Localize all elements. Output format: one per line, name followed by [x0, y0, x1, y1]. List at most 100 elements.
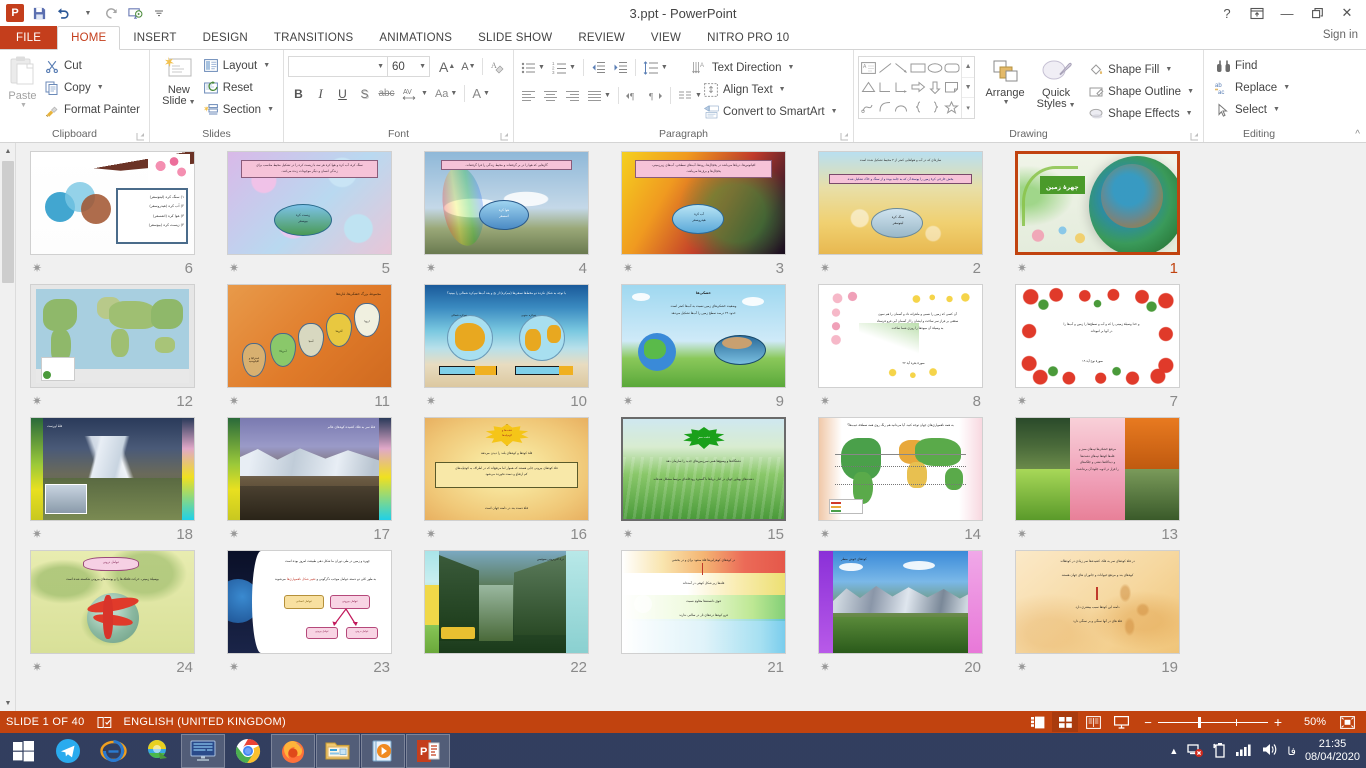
shape-rounded-rectangle-icon[interactable] — [943, 58, 960, 78]
shape-scribble-icon[interactable] — [860, 97, 877, 117]
shape-arrow-icon[interactable] — [893, 58, 910, 78]
copy-dropdown-icon[interactable]: ▼ — [97, 84, 104, 91]
shape-triangle-icon[interactable] — [860, 78, 877, 98]
slide-image-11[interactable]: مجموعهٔ بزرگ خشکی‌ها، قاره‌ها استرالیا و… — [227, 284, 392, 388]
tab-file[interactable]: FILE — [0, 26, 57, 49]
italic-button[interactable]: I — [310, 83, 331, 104]
paragraph-dialog-launcher[interactable] — [840, 132, 849, 141]
font-size-input[interactable]: 60 ▼ — [388, 56, 430, 77]
slide-image-21[interactable]: در کوه‌های کوهزایی‌ها قلهٔ صعود برای و د… — [621, 550, 786, 654]
replace-dropdown-icon[interactable]: ▼ — [1283, 84, 1290, 91]
slide-image-19[interactable]: در قلهٔ کوه‌های سر به فلک کشیده‌ها سر زی… — [1015, 550, 1180, 654]
arrange-dropdown-icon[interactable]: ▼ — [1003, 99, 1010, 106]
redo-icon[interactable] — [100, 2, 122, 24]
slide-image-14[interactable]: به همه ناهمواری‌های جهان توجه کنید. آیا … — [818, 417, 983, 521]
text-direction-dropdown-icon[interactable]: ▼ — [787, 64, 794, 71]
bullets-button[interactable]: ▼ — [518, 57, 548, 78]
slide-image-22[interactable]: درهٔ لاتربرونن سوئیس — [424, 550, 589, 654]
tab-insert[interactable]: INSERT — [120, 26, 189, 49]
layout-button[interactable]: Layout ▼ — [200, 55, 279, 76]
taskbar-apps[interactable]: P — [46, 734, 450, 768]
copy-button[interactable]: Copy ▼ — [41, 77, 145, 98]
shape-right-brace-icon[interactable] — [927, 97, 944, 117]
font-color-dropdown-icon[interactable]: ▼ — [483, 90, 490, 97]
slide-image-17[interactable]: قلهٔ سر به فلک کشیده کوه‌های عالم — [227, 417, 392, 521]
shape-effects-dropdown-icon[interactable]: ▼ — [1186, 110, 1193, 117]
slide-thumbnail-14[interactable]: به همه ناهمواری‌های جهان توجه کنید. آیا … — [818, 417, 983, 547]
tab-transitions[interactable]: TRANSITIONS — [261, 26, 367, 49]
zoom-in-button[interactable]: + — [1274, 714, 1282, 730]
slide-thumbnail-20[interactable]: کوه‌های خوش منظر ✷ 20 — [818, 550, 983, 680]
slide-image-3[interactable]: اقیانوس‌ها، دریاها می‌باشد در یخچال‌ها، … — [621, 151, 786, 255]
collapse-ribbon-button[interactable]: ^ — [1355, 129, 1360, 140]
slide-thumbnail-9[interactable]: خشکی‌ها وضعیت خشکی‌های زمین نسبت به آب‌ه… — [621, 284, 786, 414]
zoom-track[interactable] — [1158, 722, 1268, 723]
slide-image-15[interactable]: دشت سبز دشتگاه‌ها و وسیع‌ها همی سرزمین‌ه… — [621, 417, 786, 521]
show-hidden-icons-button[interactable]: ▲ — [1169, 746, 1178, 756]
shape-effects-button[interactable]: Shape Effects ▼ — [1085, 103, 1199, 124]
slide-thumbnail-11[interactable]: مجموعهٔ بزرگ خشکی‌ها، قاره‌ها استرالیا و… — [227, 284, 392, 414]
font-name-input[interactable]: ▼ — [288, 56, 388, 77]
slide-image-18[interactable]: قلهٔ اورست — [30, 417, 195, 521]
slide-thumbnail-18[interactable]: قلهٔ اورست ✷ 18 — [30, 417, 195, 547]
slide-thumbnail-7[interactable]: و خدا وسیلهٔ زمینی را که و آب و سطح‌ها ر… — [1015, 284, 1180, 414]
window-controls[interactable]: ? — ✕ — [1212, 0, 1362, 26]
ltr-text-direction-button[interactable]: ¶ — [623, 85, 644, 106]
slide-image-1[interactable]: چهرهٔ زمین — [1015, 151, 1180, 255]
slide-thumbnail-6[interactable]: ۱) سنگ کره (لیتوسفر)۲) آب کره (هیدروسفر)… — [30, 151, 195, 281]
clipboard-dialog-launcher[interactable] — [136, 132, 145, 141]
quick-styles-dropdown-icon[interactable]: ▼ — [1069, 102, 1076, 109]
slide-image-23[interactable]: چهره و زمین در طی دوران ما شکل دهی طبیعت… — [227, 550, 392, 654]
close-button[interactable]: ✕ — [1332, 1, 1362, 25]
taskbar-clock[interactable]: 21:35 08/04/2020 — [1305, 738, 1360, 764]
text-shadow-button[interactable]: S — [354, 83, 375, 104]
shape-star-icon[interactable] — [943, 97, 960, 117]
numbering-dropdown-icon[interactable]: ▼ — [569, 64, 576, 71]
quick-styles-button[interactable]: QuickStyles▼ — [1035, 56, 1077, 111]
shape-rectangle-icon[interactable] — [910, 58, 927, 78]
slide-image-5[interactable]: سنگ کره، آب کره و هوا کره هر سه با زیست … — [227, 151, 392, 255]
paste-dropdown-icon[interactable]: ▼ — [20, 102, 27, 109]
slide-image-6[interactable]: ۱) سنگ کره (لیتوسفر)۲) آب کره (هیدروسفر)… — [30, 151, 195, 255]
zoom-level-label[interactable]: 50% — [1292, 716, 1326, 728]
shape-elbow-arrow-icon[interactable] — [893, 78, 910, 98]
slide-thumbnail-24[interactable]: عوامل درونی بوسیلهٔ زمینی، حرکت قلقلک‌ها… — [30, 550, 195, 680]
minimize-button[interactable]: — — [1272, 1, 1302, 25]
customize-qat-icon[interactable] — [148, 2, 170, 24]
new-slide-button[interactable]: NewSlide▼ — [158, 53, 200, 108]
shape-fill-button[interactable]: Shape Fill ▼ — [1085, 59, 1199, 80]
section-button[interactable]: Section ▼ — [200, 99, 279, 120]
shape-folded-corner-icon[interactable] — [943, 78, 960, 98]
undo-icon[interactable] — [52, 2, 74, 24]
slide-thumbnail-21[interactable]: در کوه‌های کوهزایی‌ها قلهٔ صعود برای و د… — [621, 550, 786, 680]
shape-left-brace-icon[interactable] — [910, 97, 927, 117]
volume-icon[interactable] — [1261, 742, 1278, 760]
shape-down-arrow-icon[interactable] — [927, 78, 944, 98]
font-size-dropdown-icon[interactable]: ▼ — [419, 63, 426, 70]
start-slideshow-icon[interactable] — [124, 2, 146, 24]
shape-arc-icon[interactable] — [893, 97, 910, 117]
slide-image-2[interactable]: سازه‌ای که در آب و هوا‌هایی کمتر از ۴ مح… — [818, 151, 983, 255]
align-left-button[interactable] — [518, 85, 539, 106]
slide-thumbnail-10[interactable]: با توجه به شکل نکرده دو مخط‌ها نصفی‌ها (… — [424, 284, 589, 414]
media-player-icon[interactable] — [361, 734, 405, 768]
onscreen-keyboard-icon[interactable] — [181, 734, 225, 768]
shapes-gallery-more-icon[interactable]: ▾ — [962, 98, 974, 118]
battery-icon[interactable] — [1213, 742, 1226, 761]
scroll-down-icon[interactable]: ▼ — [2, 697, 14, 709]
justify-dropdown-icon[interactable]: ▼ — [604, 92, 611, 99]
align-text-dropdown-icon[interactable]: ▼ — [779, 86, 786, 93]
decrease-font-size-button[interactable]: A▼ — [458, 56, 478, 77]
slide-thumbnail-2[interactable]: سازه‌ای که در آب و هوا‌هایی کمتر از ۴ مح… — [818, 151, 983, 281]
font-dialog-launcher[interactable] — [500, 132, 509, 141]
line-spacing-button[interactable]: ▼ — [640, 57, 671, 78]
rtl-text-direction-button[interactable]: ¶ — [645, 85, 666, 106]
file-explorer-icon[interactable] — [316, 734, 360, 768]
justify-button[interactable]: ▼ — [584, 85, 614, 106]
tab-nitro-pro-10[interactable]: NITRO PRO 10 — [694, 26, 802, 49]
restore-button[interactable] — [1302, 1, 1332, 25]
shape-fill-dropdown-icon[interactable]: ▼ — [1165, 66, 1172, 73]
sign-in-link[interactable]: Sign in — [1323, 29, 1358, 41]
decrease-indent-button[interactable] — [588, 57, 609, 78]
change-case-dropdown-icon[interactable]: ▼ — [450, 90, 457, 97]
